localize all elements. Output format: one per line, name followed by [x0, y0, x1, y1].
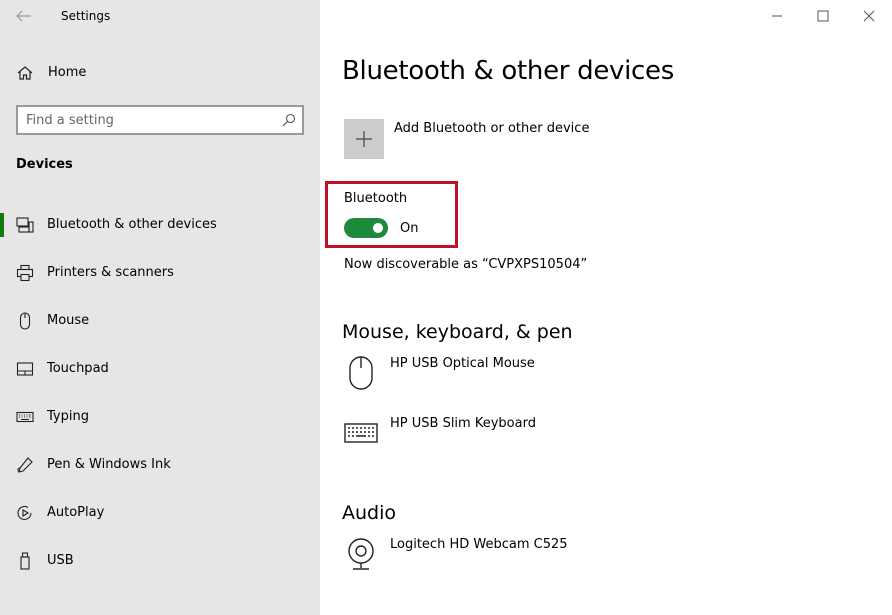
bluetooth-toggle[interactable] — [344, 218, 388, 238]
device-item[interactable]: HP USB Optical Mouse — [344, 356, 744, 400]
device-name: HP USB Slim Keyboard — [390, 416, 536, 431]
home-label: Home — [48, 65, 87, 80]
app-title: Settings — [61, 9, 111, 23]
webcam-icon — [348, 538, 374, 570]
touchpad-icon — [16, 362, 34, 376]
sidebar-item-touchpad[interactable]: Touchpad — [0, 349, 320, 389]
sidebar-item-autoplay[interactable]: AutoPlay — [0, 493, 320, 533]
sidebar-item-label: Printers & scanners — [47, 265, 174, 280]
page-title: Bluetooth & other devices — [342, 56, 674, 86]
sidebar-item-usb[interactable]: USB — [0, 541, 320, 581]
sidebar-item-mouse[interactable]: Mouse — [0, 301, 320, 341]
sidebar: Settings Home Devices Bluetooth & other … — [0, 0, 320, 615]
add-device-label[interactable]: Add Bluetooth or other device — [394, 121, 589, 136]
minimize-button[interactable] — [754, 0, 800, 32]
sidebar-item-label: Mouse — [47, 313, 90, 328]
group-heading-audio: Audio — [342, 502, 397, 524]
back-button[interactable] — [10, 3, 38, 29]
sidebar-item-home[interactable]: Home — [0, 58, 320, 88]
main-content: Bluetooth & other devices Add Bluetooth … — [320, 0, 892, 615]
search-box[interactable] — [16, 105, 304, 135]
usb-icon — [20, 552, 30, 570]
sidebar-item-printers[interactable]: Printers & scanners — [0, 253, 320, 293]
maximize-icon — [817, 10, 829, 22]
sidebar-item-label: Bluetooth & other devices — [47, 217, 217, 232]
device-name: HP USB Optical Mouse — [390, 356, 535, 371]
sidebar-item-label: Typing — [47, 409, 89, 424]
minimize-icon — [772, 15, 782, 17]
arrow-left-icon — [16, 10, 31, 22]
plus-icon — [356, 131, 372, 147]
toggle-knob — [373, 223, 383, 233]
search-input[interactable] — [26, 110, 276, 130]
add-device-button[interactable] — [344, 119, 384, 159]
keyboard-icon — [16, 411, 34, 423]
close-button[interactable] — [846, 0, 892, 32]
keyboard-icon — [344, 423, 378, 443]
pen-icon — [17, 457, 33, 473]
search-icon[interactable] — [282, 113, 296, 127]
sidebar-item-label: Touchpad — [47, 361, 109, 376]
sidebar-item-typing[interactable]: Typing — [0, 397, 320, 437]
close-icon — [863, 10, 875, 22]
device-name: Logitech HD Webcam C525 — [390, 537, 568, 552]
selection-indicator — [0, 213, 4, 237]
mouse-icon — [349, 356, 373, 390]
device-item[interactable]: Logitech HD Webcam C525 — [344, 537, 744, 581]
discoverable-text: Now discoverable as “CVPXPS10504” — [344, 257, 588, 272]
device-item[interactable]: HP USB Slim Keyboard — [344, 416, 744, 460]
bluetooth-label: Bluetooth — [344, 191, 408, 206]
bluetooth-devices-icon — [16, 217, 34, 233]
sidebar-item-pen[interactable]: Pen & Windows Ink — [0, 445, 320, 485]
bluetooth-state: On — [400, 221, 419, 236]
group-heading-input: Mouse, keyboard, & pen — [342, 321, 573, 343]
sidebar-item-label: AutoPlay — [47, 505, 105, 520]
home-icon — [17, 66, 33, 80]
sidebar-item-label: USB — [47, 553, 74, 568]
printer-icon — [16, 264, 34, 282]
sidebar-item-bluetooth[interactable]: Bluetooth & other devices — [0, 205, 320, 245]
mouse-icon — [19, 312, 31, 330]
section-heading-devices: Devices — [16, 157, 73, 172]
sidebar-item-label: Pen & Windows Ink — [47, 457, 171, 472]
autoplay-icon — [17, 505, 32, 521]
maximize-button[interactable] — [800, 0, 846, 32]
